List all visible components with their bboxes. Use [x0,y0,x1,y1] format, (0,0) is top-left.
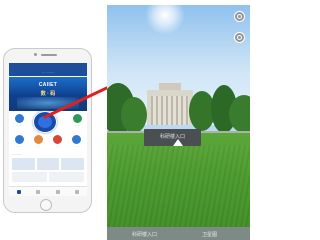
settings-icon[interactable] [234,32,245,43]
bottom-label-2[interactable]: 卫星图 [202,231,217,238]
navigation-arrow-icon[interactable] [173,139,183,146]
panorama-view[interactable]: 科研楼入口 科研楼入口 卫星图 [107,5,250,240]
tree [121,97,147,133]
gyroscope-icon[interactable] [234,11,245,22]
main-building [147,90,193,125]
bottom-band [107,227,250,240]
lawn-texture [107,145,250,240]
bottom-label-1[interactable]: 科研楼入口 [132,231,157,238]
